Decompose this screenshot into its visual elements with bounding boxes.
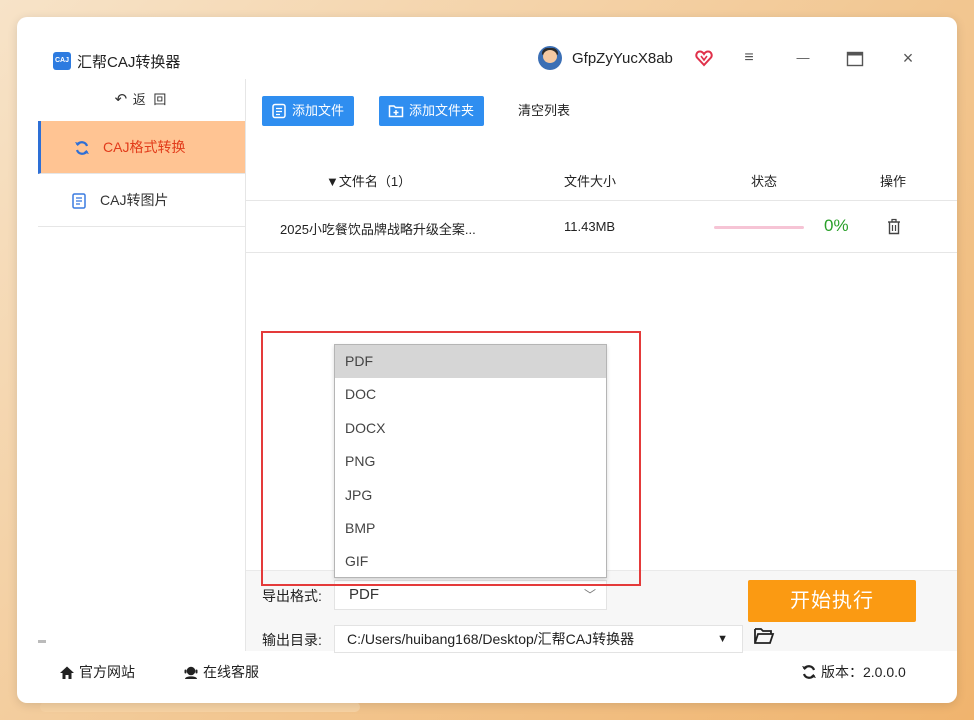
file-list-icon	[272, 103, 286, 119]
title-bar: CAJ 汇帮CAJ转换器 GfpZyYucX8ab ≡ — ×	[17, 17, 957, 79]
file-table-header: ▼文件名（1） 文件大小 状态 操作	[246, 157, 957, 201]
maximize-button[interactable]	[846, 51, 864, 67]
folder-add-icon	[388, 105, 404, 118]
app-window: CAJ 汇帮CAJ转换器 GfpZyYucX8ab ≡ — × ↶ 返 回 CA…	[17, 17, 957, 703]
output-dir-label: 输出目录:	[262, 632, 322, 648]
file-size-cell: 11.43MB	[564, 219, 616, 234]
sidebar-item-caj-to-image[interactable]: CAJ转图片	[38, 174, 245, 227]
sidebar-item-label: CAJ格式转换	[103, 139, 186, 155]
back-arrow-icon: ↶	[114, 91, 128, 108]
online-support-label: 在线客服	[203, 664, 259, 680]
sidebar-item-label: CAJ转图片	[100, 192, 169, 208]
app-logo-icon: CAJ	[53, 52, 71, 70]
progress-percent: 0%	[824, 216, 849, 235]
format-dropdown-list[interactable]: PDF DOC DOCX PNG JPG BMP GIF	[334, 344, 607, 578]
export-format-value: PDF	[349, 586, 379, 603]
back-button[interactable]: ↶ 返 回	[38, 79, 245, 121]
username[interactable]: GfpZyYucX8ab	[572, 50, 673, 67]
progress-bar	[714, 226, 804, 229]
support-agent-icon	[184, 666, 198, 679]
format-option-png[interactable]: PNG	[335, 445, 606, 478]
format-option-docx[interactable]: DOCX	[335, 412, 606, 445]
document-icon	[68, 174, 90, 227]
online-support-link[interactable]: 在线客服	[183, 662, 259, 682]
sidebar: ↶ 返 回 CAJ格式转换 CAJ转图片	[38, 79, 246, 651]
column-header-size: 文件大小	[564, 174, 617, 189]
background-decoration	[40, 702, 360, 712]
format-option-pdf[interactable]: PDF	[335, 345, 606, 379]
add-folder-button[interactable]: 添加文件夹	[379, 96, 485, 126]
minimize-button[interactable]: —	[792, 47, 814, 69]
output-dir-value: C:/Users/huibang168/Desktop/汇帮CAJ转换器	[347, 631, 635, 647]
footer: 官方网站 在线客服 版本：2.0.0.0	[17, 651, 957, 703]
trash-icon[interactable]	[886, 218, 902, 236]
clear-list-button[interactable]: 清空列表	[518, 96, 570, 126]
main-panel: 添加文件 添加文件夹 清空列表 ▼文件名（1） 文件大小 状态 操作 2025小…	[246, 79, 957, 653]
column-header-action: 操作	[880, 174, 907, 189]
official-website-label: 官方网站	[79, 664, 135, 680]
format-option-jpg[interactable]: JPG	[335, 479, 606, 512]
version-label: 版本：2.0.0.0	[821, 664, 906, 680]
version-info: 版本：2.0.0.0	[801, 662, 906, 682]
output-dir-select[interactable]: C:/Users/huibang168/Desktop/汇帮CAJ转换器 ▼	[334, 625, 743, 653]
vip-heart-icon[interactable]	[695, 49, 713, 67]
file-name-cell: 2025小吃餐饮品牌战略升级全案...	[280, 222, 476, 237]
table-row[interactable]: 2025小吃餐饮品牌战略升级全案... 11.43MB 0%	[246, 201, 957, 253]
format-option-gif[interactable]: GIF	[335, 545, 606, 578]
add-file-label: 添加文件	[292, 103, 345, 118]
back-label: 返 回	[132, 92, 169, 107]
menu-button[interactable]: ≡	[738, 47, 760, 69]
format-option-bmp[interactable]: BMP	[335, 512, 606, 545]
caret-down-icon: ▼	[717, 633, 728, 645]
format-option-doc[interactable]: DOC	[335, 378, 606, 411]
add-file-button[interactable]: 添加文件	[262, 96, 355, 126]
home-icon	[60, 666, 74, 679]
close-button[interactable]: ×	[897, 47, 919, 69]
column-header-name[interactable]: ▼文件名（1）	[326, 171, 411, 190]
add-folder-label: 添加文件夹	[409, 103, 475, 118]
refresh-icon	[71, 121, 93, 174]
export-format-label: 导出格式:	[262, 588, 322, 604]
sidebar-item-caj-format-convert[interactable]: CAJ格式转换	[38, 121, 245, 174]
user-avatar[interactable]	[538, 46, 562, 70]
avatar-face	[543, 50, 557, 63]
start-button[interactable]: 开始执行	[748, 580, 916, 622]
official-website-link[interactable]: 官方网站	[59, 662, 135, 682]
refresh-icon	[802, 665, 816, 679]
folder-open-icon[interactable]	[753, 625, 775, 647]
sidebar-scroll-marker	[38, 640, 46, 643]
app-title: 汇帮CAJ转换器	[77, 54, 181, 71]
column-header-status: 状态	[751, 174, 778, 189]
